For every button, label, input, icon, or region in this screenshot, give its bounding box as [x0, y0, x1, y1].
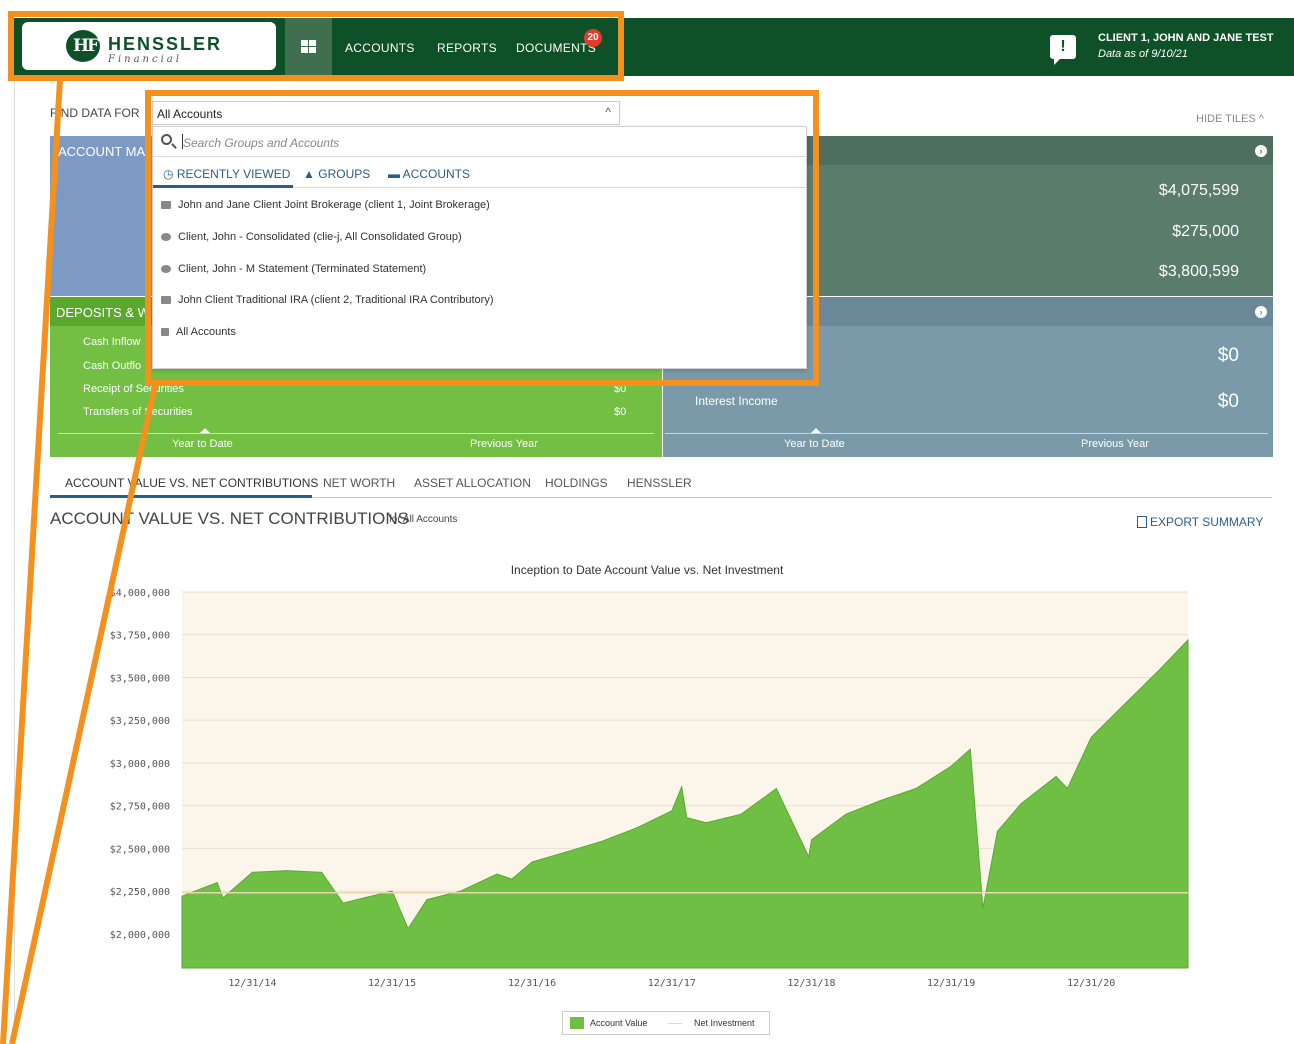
highlight-connector-lines [0, 79, 158, 1044]
connector-line [0, 79, 63, 1044]
page: HF HENSSLER Financial ACCOUNTS REPORTS D… [0, 0, 1294, 1044]
